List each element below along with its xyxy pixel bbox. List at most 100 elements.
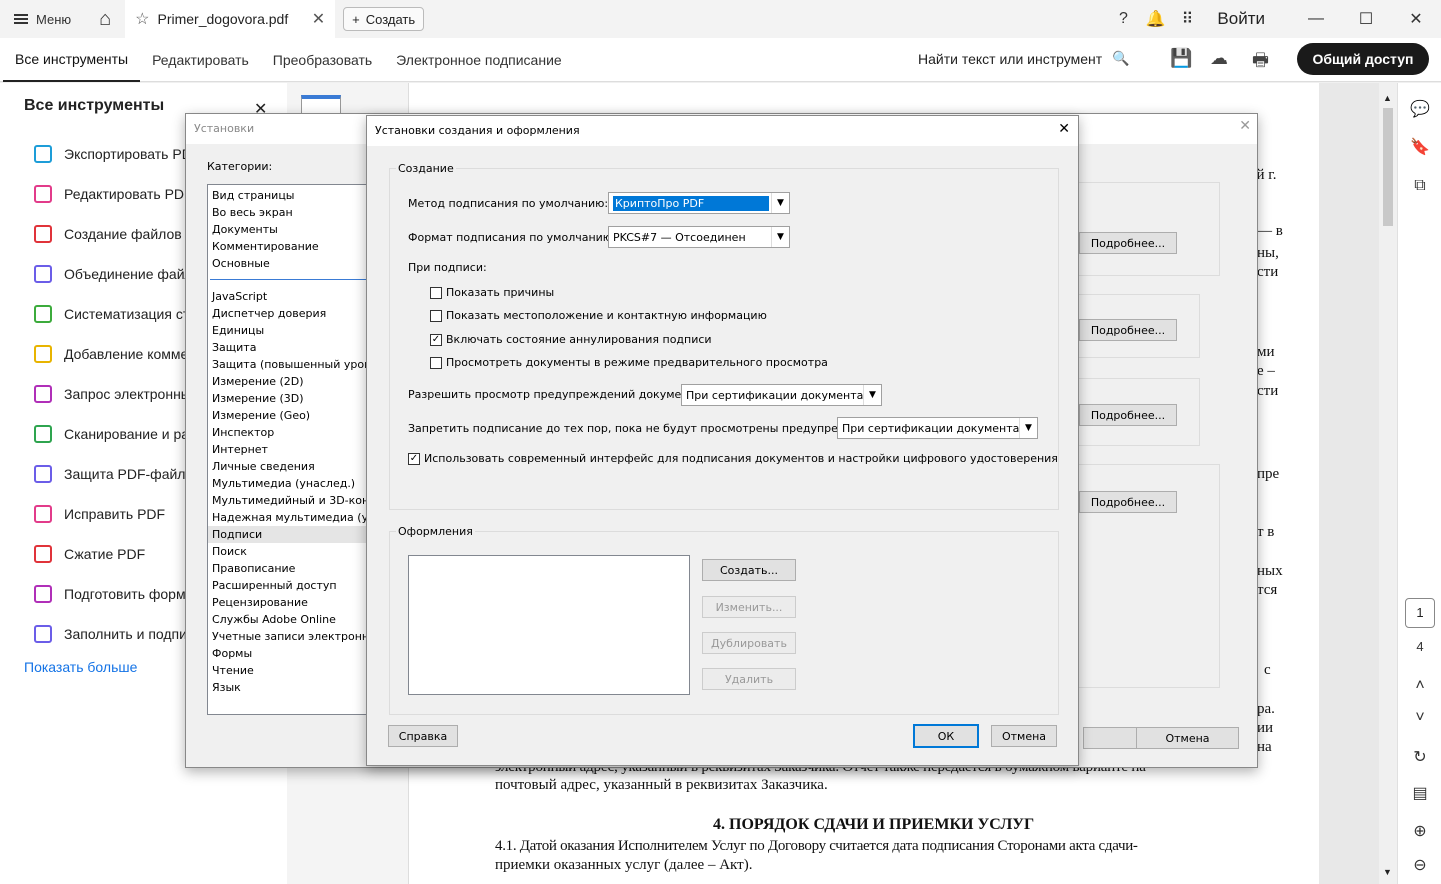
prevent-signing-select[interactable]: При сертификации документа ▼ bbox=[837, 417, 1038, 439]
list-item[interactable]: Личные сведения bbox=[208, 458, 371, 475]
menu-label: Меню bbox=[36, 11, 72, 27]
copy-pages-icon[interactable]: ⧉ bbox=[1398, 177, 1441, 195]
create-button[interactable]: + Создать bbox=[343, 7, 425, 31]
allow-warnings-select[interactable]: При сертификации документа ▼ bbox=[681, 384, 882, 406]
tab-edit[interactable]: Редактировать bbox=[140, 38, 261, 82]
find-tool-search[interactable]: Найти текст или инструмент 🔍 bbox=[918, 50, 1130, 67]
comment-icon[interactable]: 💬 bbox=[1398, 99, 1441, 119]
list-item[interactable]: Защита (повышенный уровень) bbox=[208, 356, 371, 373]
list-item[interactable]: Основные bbox=[212, 255, 319, 272]
list-item[interactable]: Формы bbox=[208, 645, 371, 662]
zoom-out-icon[interactable]: ⊖ bbox=[1398, 855, 1441, 875]
list-item[interactable]: Надежная мультимедиа (унаслед.) bbox=[208, 509, 371, 526]
shield-icon bbox=[34, 465, 52, 483]
format-select[interactable]: PKCS#7 — Отсоединен ▼ bbox=[608, 226, 790, 248]
scroll-thumb[interactable] bbox=[1383, 108, 1393, 226]
scroll-down-icon[interactable]: ▼ bbox=[1383, 867, 1392, 877]
list-item[interactable]: Во весь экран bbox=[212, 204, 319, 221]
tab-e-sign[interactable]: Электронное подписание bbox=[384, 38, 574, 82]
list-item[interactable]: Документы bbox=[212, 221, 319, 238]
allow-warnings-value: При сертификации документа bbox=[686, 388, 864, 402]
include-revocation-checkbox[interactable]: ✓ Включать состояние аннулирования подпис… bbox=[430, 333, 712, 346]
tab-all-tools[interactable]: Все инструменты bbox=[3, 38, 141, 82]
show-reasons-checkbox[interactable]: Показать причины bbox=[430, 286, 554, 299]
preferences-cancel-button[interactable]: Отмена bbox=[1136, 727, 1239, 749]
more-details-button[interactable]: Подробнее... bbox=[1079, 319, 1177, 341]
list-item[interactable]: Мультимедийный и 3D-контент bbox=[208, 492, 371, 509]
modern-interface-checkbox[interactable]: ✓ Использовать современный интерфейс для … bbox=[408, 452, 1058, 465]
format-value: PKCS#7 — Отсоединен bbox=[613, 230, 746, 244]
preferences-ok-button-partial[interactable] bbox=[1083, 727, 1143, 749]
duplicate-appearance-button[interactable]: Дублировать bbox=[702, 632, 796, 654]
list-item[interactable]: Расширенный доступ bbox=[208, 577, 371, 594]
zoom-in-icon[interactable]: ⊕ bbox=[1398, 821, 1441, 841]
method-select[interactable]: КриптоПро PDF ▼ bbox=[608, 192, 790, 214]
home-icon[interactable]: ⌂ bbox=[85, 8, 125, 31]
cloud-upload-icon[interactable]: ☁ bbox=[1210, 48, 1228, 69]
list-item[interactable]: Язык bbox=[208, 679, 371, 696]
categories-list[interactable]: Вид страницы Во весь экран Документы Ком… bbox=[207, 184, 372, 715]
close-tab-icon[interactable]: ✕ bbox=[312, 9, 325, 29]
list-item[interactable]: Вид страницы bbox=[212, 187, 319, 204]
apps-grid-icon[interactable]: ⠿ bbox=[1171, 9, 1203, 29]
create-appearance-button[interactable]: Создать... bbox=[702, 559, 796, 581]
list-item-selected[interactable]: Подписи bbox=[208, 526, 371, 543]
chevron-up-icon[interactable]: ˄ bbox=[1398, 677, 1441, 695]
print-icon[interactable]: 🖶 bbox=[1252, 48, 1269, 78]
text-fragment: е – bbox=[1257, 363, 1275, 379]
preview-mode-checkbox[interactable]: Просмотреть документы в режиме предварит… bbox=[430, 356, 828, 369]
list-item[interactable]: Службы Adobe Online bbox=[208, 611, 371, 628]
show-more-link[interactable]: Показать больше bbox=[24, 659, 137, 675]
close-preferences-icon[interactable]: ✕ bbox=[1239, 118, 1251, 134]
list-item[interactable]: Измерение (2D) bbox=[208, 373, 371, 390]
list-item[interactable]: Инспектор bbox=[208, 424, 371, 441]
list-item[interactable]: Правописание bbox=[208, 560, 371, 577]
close-window-icon[interactable]: ✕ bbox=[1391, 9, 1441, 29]
list-item[interactable]: Измерение (3D) bbox=[208, 390, 371, 407]
edit-appearance-button[interactable]: Изменить... bbox=[702, 596, 796, 618]
list-item[interactable]: Диспетчер доверия bbox=[208, 305, 371, 322]
list-item[interactable]: Рецензирование bbox=[208, 594, 371, 611]
cancel-button[interactable]: Отмена bbox=[991, 725, 1057, 747]
list-item[interactable]: Комментирование bbox=[212, 238, 319, 255]
signin-button[interactable]: Войти bbox=[1203, 9, 1291, 29]
maximize-icon[interactable]: ☐ bbox=[1341, 9, 1391, 29]
help-icon[interactable]: ? bbox=[1107, 10, 1139, 28]
list-item[interactable]: Мультимедиа (унаслед.) bbox=[208, 475, 371, 492]
rotate-icon[interactable]: ↻ bbox=[1398, 747, 1441, 767]
list-item[interactable]: Поиск bbox=[208, 543, 371, 560]
minimize-icon[interactable]: — bbox=[1291, 10, 1341, 28]
current-page-indicator[interactable]: 1 bbox=[1405, 598, 1435, 628]
close-dialog-icon[interactable]: ✕ bbox=[1058, 121, 1070, 137]
vertical-scrollbar[interactable]: ▲ ▼ bbox=[1379, 83, 1397, 884]
title-bar: Меню ⌂ ☆ Primer_dogovora.pdf ✕ + Создать… bbox=[0, 0, 1441, 38]
bookmark-icon[interactable]: 🔖 bbox=[1398, 137, 1441, 157]
list-item[interactable]: Интернет bbox=[208, 441, 371, 458]
list-item[interactable]: Чтение bbox=[208, 662, 371, 679]
checkbox-box bbox=[430, 286, 442, 299]
appearance-list[interactable] bbox=[408, 555, 690, 695]
ok-button[interactable]: ОК bbox=[913, 724, 979, 748]
page-fit-icon[interactable]: ▤ bbox=[1398, 783, 1441, 803]
star-icon[interactable]: ☆ bbox=[135, 9, 149, 29]
more-details-button[interactable]: Подробнее... bbox=[1079, 404, 1177, 426]
list-item[interactable]: Учетные записи электронной почты bbox=[208, 628, 371, 645]
bell-icon[interactable]: 🔔 bbox=[1139, 9, 1171, 29]
more-details-button[interactable]: Подробнее... bbox=[1079, 232, 1177, 254]
list-item[interactable]: Измерение (Geo) bbox=[208, 407, 371, 424]
list-item[interactable]: Единицы bbox=[208, 322, 371, 339]
help-button[interactable]: Справка bbox=[388, 725, 458, 747]
list-item[interactable]: Защита bbox=[208, 339, 371, 356]
share-button[interactable]: Общий доступ bbox=[1297, 43, 1429, 75]
delete-appearance-button[interactable]: Удалить bbox=[702, 668, 796, 690]
menu-button[interactable]: Меню bbox=[0, 12, 85, 27]
document-tab[interactable]: ☆ Primer_dogovora.pdf ✕ bbox=[125, 0, 336, 38]
tab-convert[interactable]: Преобразовать bbox=[261, 38, 384, 82]
more-details-button[interactable]: Подробнее... bbox=[1079, 491, 1177, 513]
list-item[interactable]: JavaScript bbox=[208, 288, 371, 305]
chevron-down-icon[interactable]: ˅ bbox=[1398, 709, 1441, 727]
show-location-checkbox[interactable]: Показать местоположение и контактную инф… bbox=[430, 309, 767, 322]
save-icon[interactable]: 💾 bbox=[1170, 48, 1192, 69]
scroll-up-icon[interactable]: ▲ bbox=[1383, 93, 1392, 103]
list-divider bbox=[210, 279, 370, 280]
